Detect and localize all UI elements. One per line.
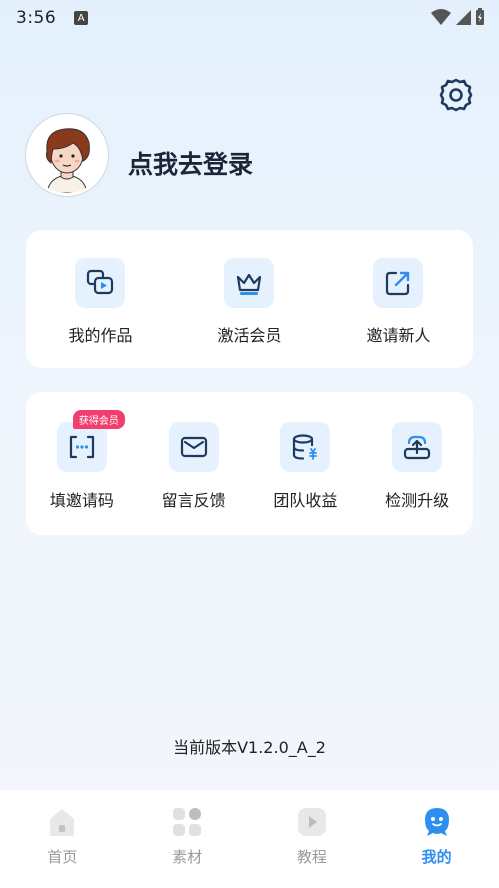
status-bar: 3:56 A	[0, 0, 499, 36]
icon-box	[75, 258, 126, 308]
team-earnings-button[interactable]: 团队收益	[250, 392, 362, 535]
menu-label: 邀请新人	[366, 326, 431, 345]
icon-box	[373, 258, 424, 308]
signal-icon	[456, 10, 471, 25]
mail-icon	[180, 436, 207, 458]
tab-mine[interactable]: 我的	[374, 790, 499, 888]
status-indicators	[431, 8, 485, 26]
secondary-menu-card: 获得会员 填邀请码 留言反馈 团队收益 检测升级	[26, 392, 473, 535]
tab-tutorials[interactable]: 教程	[250, 790, 375, 888]
enter-invite-code-button[interactable]: 获得会员 填邀请码	[26, 392, 138, 535]
tab-label: 首页	[47, 848, 78, 866]
notification-a-icon: A	[74, 11, 89, 25]
settings-button[interactable]	[437, 76, 475, 114]
crown-icon	[237, 273, 262, 295]
menu-label: 检测升级	[385, 491, 450, 510]
activate-membership-button[interactable]: 激活会员	[175, 230, 324, 368]
menu-label: 激活会员	[217, 326, 282, 345]
main-menu-card: 我的作品 激活会员 邀请新人	[26, 230, 473, 368]
status-time: 3:56	[16, 8, 57, 28]
gear-icon	[439, 78, 473, 112]
menu-label: 填邀请码	[49, 491, 114, 510]
menu-label: 留言反馈	[161, 491, 226, 510]
tab-label: 我的	[421, 848, 452, 866]
tab-materials[interactable]: 素材	[125, 790, 250, 888]
avatar-illustration-icon	[29, 117, 105, 193]
avatar[interactable]	[26, 114, 108, 196]
check-update-button[interactable]: 检测升级	[361, 392, 473, 535]
code-bracket-icon	[69, 435, 94, 459]
icon-box	[392, 422, 443, 472]
menu-label: 我的作品	[68, 326, 133, 345]
wifi-icon	[431, 9, 451, 25]
bottom-tab-bar: 首页 素材 教程 我的	[0, 790, 499, 888]
grid-icon	[173, 808, 202, 836]
upload-icon	[404, 435, 431, 460]
version-text: 当前版本V1.2.0_A_2	[173, 738, 326, 757]
battery-icon	[476, 8, 484, 25]
login-prompt[interactable]: 点我去登录	[128, 145, 253, 181]
icon-box	[168, 422, 219, 472]
feedback-button[interactable]: 留言反馈	[138, 392, 250, 535]
icon-box	[224, 258, 275, 308]
menu-label: 团队收益	[273, 491, 338, 510]
person-icon	[424, 808, 449, 836]
gallery-icon	[87, 269, 114, 295]
invite-new-user-button[interactable]: 邀请新人	[324, 230, 473, 368]
my-works-button[interactable]: 我的作品	[26, 230, 175, 368]
membership-badge: 获得会员	[72, 410, 125, 429]
share-icon	[386, 271, 410, 296]
tab-home[interactable]: 首页	[0, 790, 125, 888]
database-icon	[293, 434, 318, 460]
tab-label: 素材	[172, 848, 203, 866]
icon-box	[280, 422, 331, 472]
tab-label: 教程	[296, 848, 327, 866]
home-icon	[50, 809, 75, 836]
play-icon	[297, 808, 326, 836]
icon-box	[56, 422, 107, 472]
profile-section: 点我去登录	[26, 114, 253, 196]
